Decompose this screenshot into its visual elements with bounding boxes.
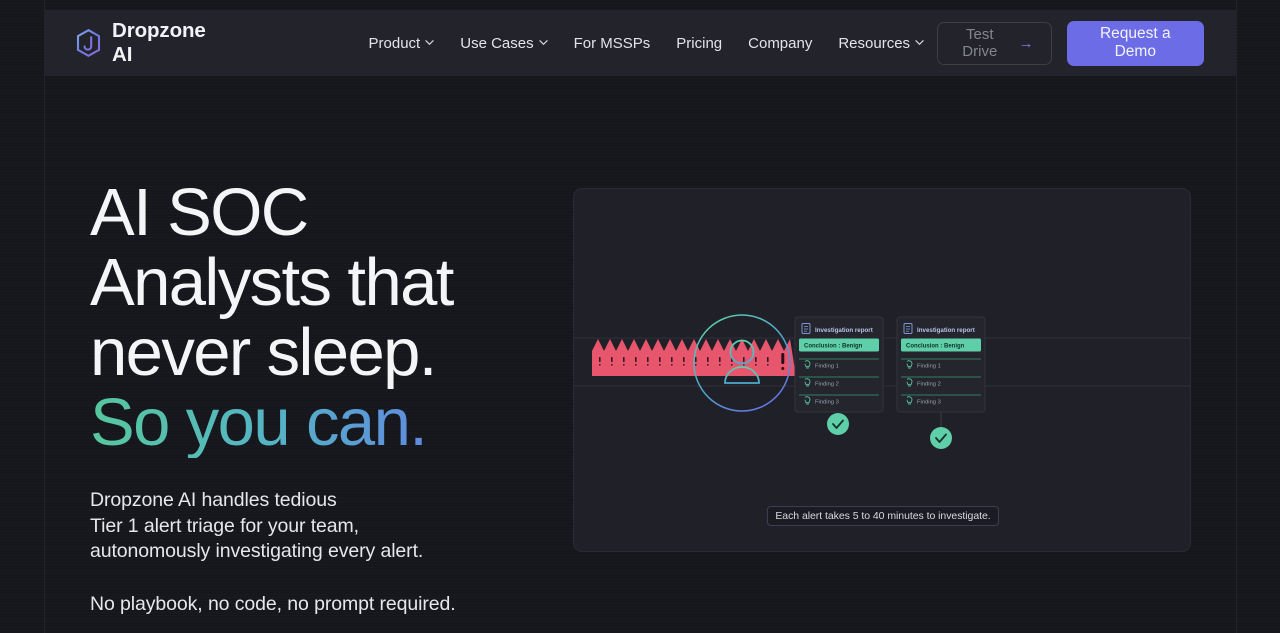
card-finding-2-3: Finding 3 [917,400,941,406]
page-rail-right [1236,0,1237,633]
chevron-down-icon [915,38,924,47]
investigation-report-card-1: Investigation report Conclusion : Benign… [794,316,884,413]
card-conclusion-1: Conclusion : Benign [804,344,863,350]
card-conclusion-2: Conclusion : Benign [906,344,965,350]
page-rail-left [44,0,45,633]
header-actions: Test Drive → Request a Demo [937,20,1204,66]
test-drive-label: Test Drive [962,26,998,60]
nav-item-product[interactable]: Product [356,27,448,60]
nav-item-label: Resources [838,34,911,52]
card-finding-1-3: Finding 3 [815,400,839,406]
brand-name: Dropzone AI [112,19,206,66]
check-badge-1 [827,413,849,435]
nav-item-label: Company [748,34,813,52]
hero-secondary-subtitle: No playbook, no code, no prompt required… [90,592,456,615]
card-finding-1-2: Finding 2 [815,382,839,388]
page-root: Dropzone AI Product Use Cases For MSSPs … [0,0,1280,633]
card-finding-2-1: Finding 1 [917,364,941,370]
headline-line-3: never sleep. [90,315,437,390]
nav-item-resources[interactable]: Resources [825,27,937,60]
card-finding-2-2: Finding 2 [917,382,941,388]
nav-item-label: Pricing [676,34,723,52]
hero-subtitle: Dropzone AI handles tedious Tier 1 alert… [90,488,560,565]
nav-item-label: Product [368,34,421,52]
hero-subtitle-line-1: Dropzone AI handles tedious [90,489,337,511]
nav-item-label: Use Cases [460,34,534,52]
alert-exclamation-icon [781,353,785,370]
nav-item-use-cases[interactable]: Use Cases [447,27,560,60]
card-title-1: Investigation report [815,327,873,334]
hexagon-logo-icon [76,28,101,58]
illustration-svg: Investigation report Conclusion : Benign… [574,314,1190,449]
test-drive-button[interactable]: Test Drive → [937,21,1052,65]
nav-item-label: For MSSPs [573,34,651,52]
card-title-2: Investigation report [917,327,975,334]
investigation-report-card-2: Investigation report Conclusion : Benign… [896,316,986,413]
illustration-caption: Each alert takes 5 to 40 minutes to inve… [767,506,999,526]
hero-illustration-panel: Investigation report Conclusion : Benign… [573,188,1191,552]
chevron-down-icon [538,38,548,47]
brand-logo[interactable]: Dropzone AI [76,19,212,67]
headline-line-2: Analysts that [90,245,454,320]
nav-item-pricing[interactable]: Pricing [663,27,735,60]
request-demo-button[interactable]: Request a Demo [1066,20,1204,66]
headline-line-4-gradient: So you can. [90,388,560,458]
nav-item-for-mssps[interactable]: For MSSPs [561,27,664,60]
page-title: AI SOC Analysts that never sleep. So you… [90,178,560,458]
hero-subtitle-line-2: Tier 1 alert triage for your team, [90,514,359,537]
nav-item-company[interactable]: Company [735,27,825,60]
check-badge-2 [930,427,952,449]
site-header: Dropzone AI Product Use Cases For MSSPs … [44,10,1236,76]
main-nav: Product Use Cases For MSSPs Pricing Comp… [356,27,938,60]
arrow-right-icon: → [1018,34,1034,52]
card-finding-1-1: Finding 1 [815,364,839,370]
chevron-down-icon [425,38,434,47]
hero-subtitle-line-3: autonomously investigating every alert. [90,540,424,562]
hero-section: AI SOC Analysts that never sleep. So you… [90,178,560,617]
headline-line-1: AI SOC [90,175,309,250]
